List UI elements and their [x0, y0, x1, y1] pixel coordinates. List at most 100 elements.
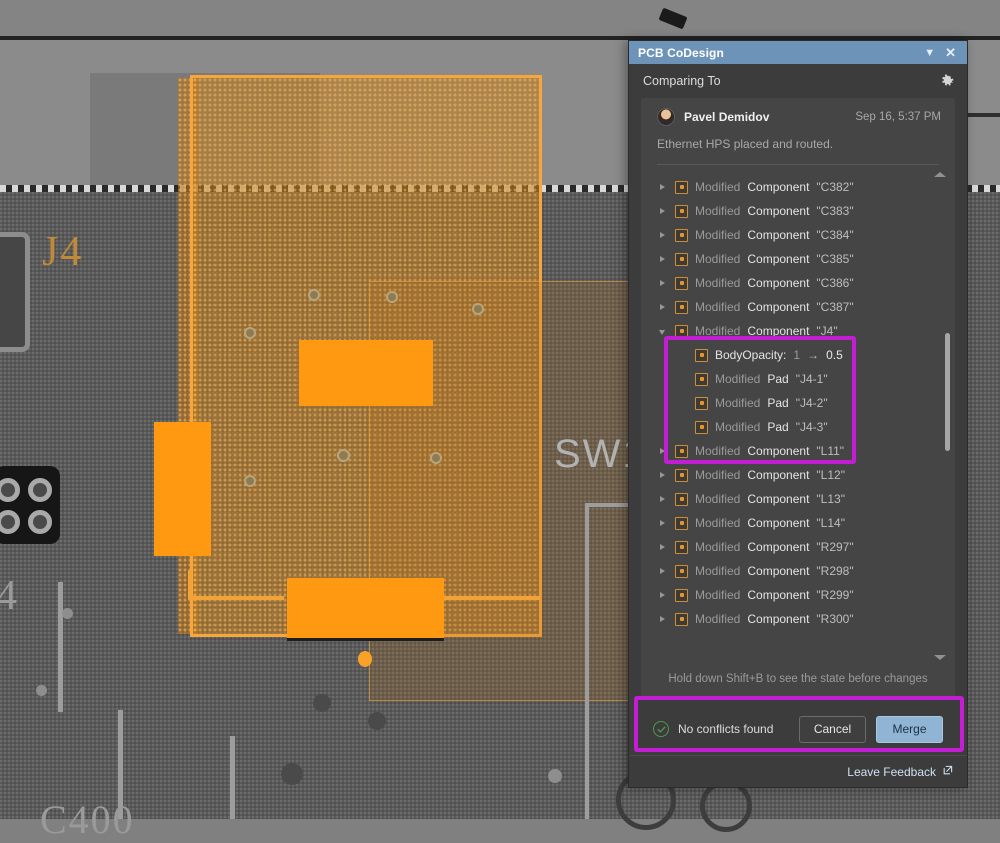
change-name: "C383"	[816, 204, 853, 218]
commit-author-row: Pavel Demidov Sep 16, 5:37 PM	[641, 108, 955, 126]
change-name: "L14"	[816, 516, 845, 530]
change-marker-icon	[675, 301, 688, 314]
change-marker-icon	[675, 205, 688, 218]
change-tree-row[interactable]: ModifiedPad"J4-1"	[641, 367, 955, 391]
change-tree-row[interactable]: ModifiedComponent"C386"	[641, 271, 955, 295]
change-tree-row[interactable]: ModifiedComponent"R300"	[641, 607, 955, 631]
change-kind: Component	[747, 276, 809, 290]
card-divider	[657, 164, 939, 165]
change-tree-row[interactable]: ModifiedPad"J4-3"	[641, 415, 955, 439]
change-name: "C386"	[816, 276, 853, 290]
chevron-right-icon[interactable]	[659, 229, 668, 241]
change-tree-row[interactable]: ModifiedComponent"L11"	[641, 439, 955, 463]
silkscreen-designator: C400	[40, 796, 135, 843]
change-tree-row[interactable]: ModifiedComponent"J4"	[641, 319, 955, 343]
silkscreen-designator: J4	[42, 228, 83, 276]
scroll-up-arrow-icon[interactable]	[934, 171, 947, 179]
change-name: "R298"	[816, 564, 853, 578]
change-kind: Component	[747, 564, 809, 578]
change-kind: Component	[747, 180, 809, 194]
chevron-right-icon[interactable]	[659, 613, 668, 625]
changes-scrollbar[interactable]	[944, 183, 951, 650]
change-action: Modified	[715, 372, 760, 386]
change-tree-row[interactable]: ModifiedComponent"C383"	[641, 199, 955, 223]
change-kind: Component	[747, 588, 809, 602]
change-marker-icon	[695, 349, 708, 362]
change-kind: Component	[747, 252, 809, 266]
leave-feedback-link[interactable]: Leave Feedback	[847, 765, 953, 779]
chevron-right-icon[interactable]	[659, 565, 668, 577]
component-pad	[299, 340, 433, 406]
commit-date: Sep 16, 5:37 PM	[855, 111, 941, 123]
change-action: Modified	[695, 324, 740, 338]
gear-icon[interactable]	[939, 73, 955, 89]
board-trace	[585, 503, 589, 819]
change-action: Modified	[695, 492, 740, 506]
via	[337, 449, 350, 462]
chevron-down-icon[interactable]	[659, 325, 668, 337]
change-kind: Pad	[767, 396, 788, 410]
via	[472, 303, 484, 315]
change-name: "R299"	[816, 588, 853, 602]
change-tree-row[interactable]: ModifiedComponent"C382"	[641, 175, 955, 199]
change-marker-icon	[675, 325, 688, 338]
change-property: BodyOpacity:	[715, 348, 786, 362]
close-icon[interactable]: ✕	[940, 45, 961, 61]
change-tree-row[interactable]: ModifiedPad"J4-2"	[641, 391, 955, 415]
chevron-right-icon[interactable]	[659, 253, 668, 265]
change-marker-icon	[675, 589, 688, 602]
board-via	[36, 685, 47, 696]
cancel-button[interactable]: Cancel	[799, 716, 866, 743]
change-tree-row[interactable]: Modified Component "R299"	[641, 583, 955, 607]
scrollbar-thumb[interactable]	[945, 333, 950, 451]
chevron-right-icon[interactable]	[659, 541, 668, 553]
change-tree-row[interactable]: ModifiedComponent"L13"	[641, 487, 955, 511]
chevron-right-icon[interactable]	[659, 469, 668, 481]
change-name: "L12"	[816, 468, 845, 482]
via	[386, 291, 398, 303]
change-tree-row[interactable]: ModifiedComponent"L14"	[641, 511, 955, 535]
leave-feedback-label: Leave Feedback	[847, 765, 936, 779]
changes-tree[interactable]: ModifiedComponent"C382"ModifiedComponent…	[641, 169, 955, 664]
chevron-right-icon[interactable]	[659, 445, 668, 457]
change-action: Modified	[695, 252, 740, 266]
board-trace	[58, 582, 63, 712]
chevron-right-icon[interactable]	[659, 517, 668, 529]
panel-title: PCB CoDesign	[638, 46, 919, 60]
change-name: "L11"	[816, 444, 844, 458]
change-tree-row[interactable]: ModifiedComponent"C385"	[641, 247, 955, 271]
board-feature	[281, 763, 303, 785]
change-name: "J4-1"	[796, 372, 828, 386]
change-tree-row[interactable]: ModifiedComponent"L12"	[641, 463, 955, 487]
chevron-down-icon[interactable]: ▼	[919, 47, 940, 59]
merge-button[interactable]: Merge	[876, 716, 943, 743]
commit-author-name: Pavel Demidov	[684, 110, 846, 124]
scroll-down-arrow-icon[interactable]	[934, 654, 947, 662]
via	[244, 475, 256, 487]
canvas-top-band	[0, 0, 1000, 36]
change-tree-row[interactable]: ModifiedComponent"R297"	[641, 535, 955, 559]
change-marker-icon	[675, 181, 688, 194]
change-kind: Pad	[767, 420, 788, 434]
smd-pad	[28, 510, 52, 534]
change-tree-row[interactable]: ModifiedComponent"C387"	[641, 295, 955, 319]
change-marker-icon	[695, 421, 708, 434]
panel-body: Comparing To Pavel Demidov Sep 16, 5:37 …	[629, 64, 967, 787]
chevron-right-icon[interactable]	[659, 181, 668, 193]
via	[244, 327, 256, 339]
chevron-right-icon[interactable]	[659, 301, 668, 313]
change-action: Modified	[695, 588, 740, 602]
change-name: "L13"	[816, 492, 845, 506]
change-action: Modified	[715, 420, 760, 434]
chevron-right-icon[interactable]	[659, 277, 668, 289]
change-tree-row[interactable]: ModifiedComponent"C384"	[641, 223, 955, 247]
chevron-right-icon[interactable]	[659, 493, 668, 505]
change-name: "C382"	[816, 180, 853, 194]
change-tree-row[interactable]: BodyOpacity:1→0.5	[641, 343, 955, 367]
change-kind: Component	[747, 468, 809, 482]
change-tree-row[interactable]: ModifiedComponent"R298"	[641, 559, 955, 583]
action-bar: No conflicts found Cancel Merge	[641, 703, 955, 755]
shift-b-hint: Hold down Shift+B to see the state befor…	[641, 664, 955, 697]
chevron-right-icon[interactable]	[659, 205, 668, 217]
chevron-right-icon[interactable]	[659, 589, 668, 601]
